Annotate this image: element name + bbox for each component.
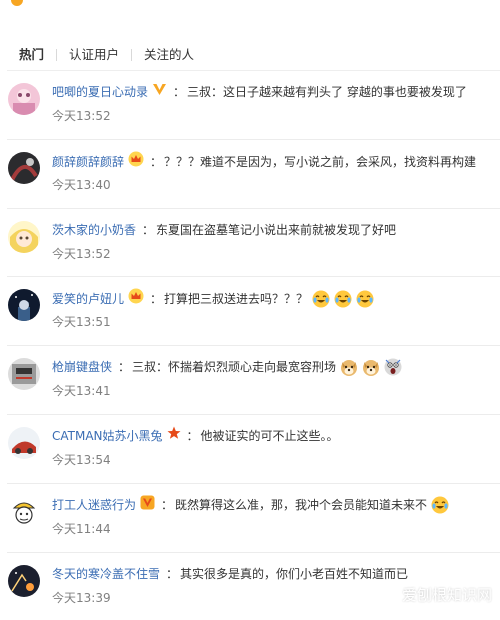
notification-dot-icon: [11, 0, 23, 6]
avatar[interactable]: [8, 151, 40, 184]
username-link[interactable]: 枪崩键盘侠: [52, 357, 112, 377]
username-link[interactable]: 颜辞颜辞颜辞: [52, 152, 124, 172]
comment-text: 三叔：这日子越来越有判头了 穿越的事也要被发现了: [187, 85, 467, 99]
avatar[interactable]: [8, 564, 40, 597]
tab-following[interactable]: 关注的人: [132, 45, 206, 65]
avatar[interactable]: [8, 358, 40, 391]
crown-badge-icon: [128, 151, 144, 173]
timestamp[interactable]: 今天11:44: [52, 520, 111, 538]
username-link[interactable]: 茨木家的小奶香: [52, 220, 136, 240]
comment-text: 东夏国在盗墓笔记小说出来前就被发现了好吧: [156, 222, 397, 237]
timestamp[interactable]: 今天13:52: [52, 107, 111, 125]
comment-list: 吧唧的夏日心动录 ： 三叔：这日子越来越有判头了 穿越的事也要被发现了 今天13…: [0, 71, 500, 620]
tab-verified-users[interactable]: 认证用户: [57, 45, 131, 65]
username-link[interactable]: CATMAN姑苏小黑兔: [52, 426, 163, 446]
laugh-cry-emoji-icon: [312, 290, 330, 308]
laugh-cry-emoji-icon: [431, 496, 449, 514]
timestamp[interactable]: 今天13:51: [52, 313, 111, 331]
comment-item: 吧唧的夏日心动录 ： 三叔：这日子越来越有判头了 穿越的事也要被发现了 今天13…: [7, 71, 500, 140]
avatar[interactable]: [8, 289, 40, 322]
v-badge-red-icon: [140, 495, 155, 516]
watermark-text: 爱刨根知识网: [401, 586, 492, 604]
timestamp[interactable]: 今天13:39: [52, 589, 111, 607]
comment-item: 颜辞颜辞颜辞 ： ？？？难道不是因为，写小说之前，会采风，找资料再构建 今天13…: [7, 140, 500, 209]
doge-emoji-icon: [362, 358, 380, 377]
watermark: 爱刨根知识网: [379, 584, 492, 605]
top-strip: [0, 0, 500, 12]
comment-item: 爱笑的卢妞儿 ： 打算把三叔送进去吗？？？ 今天13:51: [7, 277, 500, 347]
comment-item: CATMAN姑苏小黑兔 ： 他被证实的可不止这些。。 今天13:54: [7, 415, 500, 484]
star-badge-icon: [167, 426, 181, 446]
comment-item: 茨木家的小奶香 ： 东夏国在盗墓笔记小说出来前就被发现了好吧 今天13:52: [7, 209, 500, 278]
laugh-cry-emoji-icon: [334, 290, 352, 308]
avatar[interactable]: [8, 495, 40, 528]
comment-text: 打算把三叔送进去吗？？？: [164, 292, 309, 307]
comment-item: 枪崩键盘侠 ： 三叔：怀揣着炽烈顽心走向最宽容刑场 今天13:41: [7, 346, 500, 415]
username-link[interactable]: 爱笑的卢妞儿: [52, 289, 124, 309]
watermark-logo-icon: [379, 585, 398, 604]
timestamp[interactable]: 今天13:52: [52, 245, 111, 263]
avatar[interactable]: [8, 83, 40, 115]
username-link[interactable]: 冬天的寒冷盖不住雪: [52, 564, 160, 584]
v-badge-icon: [152, 82, 167, 102]
comment-filter-tabs: 热门 认证用户 关注的人: [0, 40, 500, 70]
comment-text: 三叔：怀揣着炽烈顽心走向最宽容刑场: [132, 360, 337, 375]
comment-text: 既然算得这么准，那，我冲个会员能知道未来不: [175, 498, 428, 513]
avatar[interactable]: [8, 220, 40, 253]
tab-hot[interactable]: 热门: [0, 45, 56, 65]
laugh-cry-emoji-icon: [356, 290, 374, 308]
comment-text: ？？？难道不是因为，写小说之前，会采风，找资料再构建: [164, 154, 477, 169]
timestamp[interactable]: 今天13:41: [52, 382, 111, 400]
username-link[interactable]: 吧唧的夏日心动录: [52, 82, 148, 102]
comment-text: 他被证实的可不止这些。。: [200, 428, 339, 443]
shocked-emoji-icon: [384, 358, 402, 376]
comment-text: 其实很多是真的，你们小老百姓不知道而已: [180, 566, 409, 581]
timestamp[interactable]: 今天13:40: [52, 176, 111, 194]
crown-badge-icon: [128, 288, 144, 310]
comment-item: 打工人迷惑行为 ： 既然算得这么准，那，我冲个会员能知道未来不 今天11:44: [7, 484, 500, 553]
avatar[interactable]: [8, 426, 40, 459]
doge-emoji-icon: [340, 358, 358, 377]
timestamp[interactable]: 今天13:54: [52, 451, 111, 469]
username-link[interactable]: 打工人迷惑行为: [52, 495, 136, 515]
